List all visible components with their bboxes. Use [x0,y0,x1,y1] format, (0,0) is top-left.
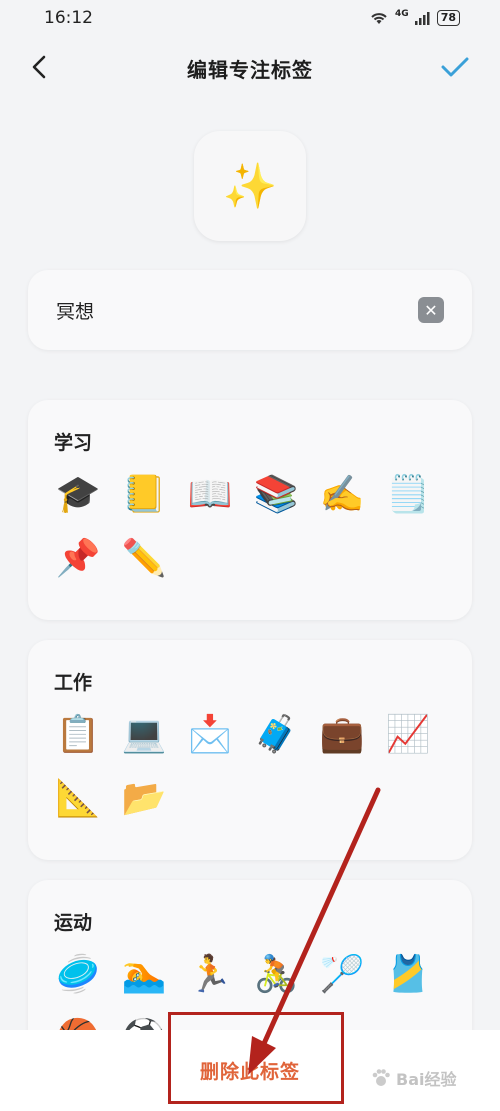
emoji-group-study: 学习 🎓 📒 📖 📚 ✍️ 🗒️ 📌 ✏️ [28,400,472,620]
running-shirt-icon[interactable]: 🎽 [384,951,432,999]
clipboard-icon[interactable]: 📋 [54,711,102,759]
group-title: 运动 [54,912,93,934]
status-icons: 4G 78 [369,9,460,26]
graduation-cap-icon[interactable]: 🎓 [54,471,102,519]
books-icon[interactable]: 📚 [252,471,300,519]
nav-bar: 编辑专注标签 [0,44,500,92]
tag-name-input[interactable] [56,299,418,321]
triangular-ruler-icon[interactable]: 📐 [54,775,102,823]
spiral-notepad-icon[interactable]: 🗒️ [384,471,432,519]
runner-icon[interactable]: 🏃 [186,951,234,999]
swimmer-icon[interactable]: 🏊 [120,951,168,999]
laptop-icon[interactable]: 💻 [120,711,168,759]
network-type: 4G [395,9,409,19]
badminton-icon[interactable]: 🏸 [318,951,366,999]
writing-hand-icon[interactable]: ✍️ [318,471,366,519]
emoji-grid: 📋 💻 📩 🧳 💼 📈 📐 📂 [54,711,446,823]
signal-icon [414,12,430,25]
luggage-icon[interactable]: 🧳 [252,711,300,759]
paw-icon [372,1069,390,1086]
briefcase-icon[interactable]: 💼 [318,711,366,759]
tag-icon-preview[interactable]: ✨ [194,131,306,241]
group-title: 工作 [54,672,93,694]
delete-tag-button[interactable]: 删除此标签 [180,1047,320,1094]
chart-increasing-icon[interactable]: 📈 [384,711,432,759]
watermark: Bai经验 [370,1058,490,1098]
pencil-icon[interactable]: ✏️ [120,535,168,583]
back-button[interactable] [24,52,54,82]
chevron-left-icon [32,55,46,79]
check-icon [441,57,469,77]
wifi-icon [371,13,387,24]
clear-button[interactable]: ✕ [418,297,444,323]
emoji-grid: 🎓 📒 📖 📚 ✍️ 🗒️ 📌 ✏️ [54,471,446,583]
clear-x-icon: ✕ [424,300,438,320]
tag-name-card: ✕ [28,270,472,350]
battery-icon: 78 [436,10,460,26]
flying-disc-icon[interactable]: 🥏 [54,951,102,999]
page-title: 编辑专注标签 [187,57,313,82]
emoji-group-work: 工作 📋 💻 📩 🧳 💼 📈 📐 📂 [28,640,472,860]
status-bar: 16:12 4G 78 [0,0,500,36]
sparkles-icon: ✨ [222,161,278,212]
status-time: 16:12 [44,8,93,28]
pushpin-memo-icon[interactable]: 📌 [54,535,102,583]
notebook-icon[interactable]: 📒 [120,471,168,519]
confirm-button[interactable] [438,52,472,82]
open-folder-icon[interactable]: 📂 [120,775,168,823]
envelope-arrow-icon[interactable]: 📩 [186,711,234,759]
group-title: 学习 [54,432,93,454]
watermark-text: Bai经验 [396,1070,457,1089]
cyclist-icon[interactable]: 🚴 [252,951,300,999]
open-book-icon[interactable]: 📖 [186,471,234,519]
